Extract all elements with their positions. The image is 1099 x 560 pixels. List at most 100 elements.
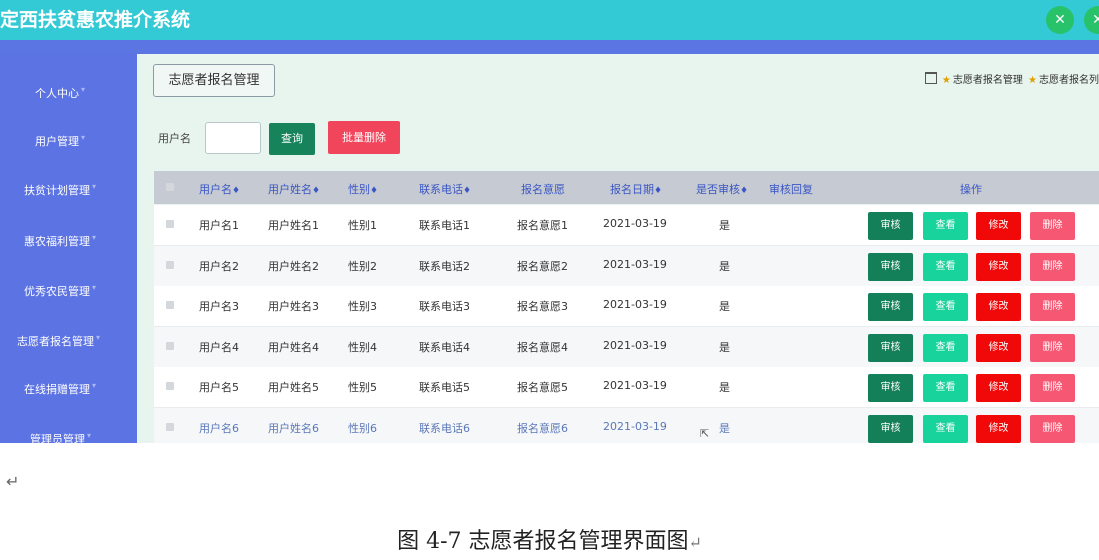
sidebar-item[interactable]: 扶贫计划管理 ▾: [0, 178, 137, 202]
cell-realname: 用户姓名5: [268, 381, 319, 394]
sidebar-item-label: 扶贫计划管理: [24, 184, 90, 197]
column-header-username[interactable]: 用户名♦: [199, 181, 240, 197]
sidebar: 个人中心 ▾ 用户管理 ▾ 扶贫计划管理 ▾ 惠农福利管理 ▾ 优秀农民管理 ▾ 志愿者报名管理 ▾ 在…: [0, 54, 137, 443]
home-icon[interactable]: [924, 72, 937, 84]
figure-caption: 图 4-7 志愿者报名管理界面图↵: [397, 529, 702, 554]
cell-gender: 性别1: [348, 219, 377, 232]
cell-username: 用户名1: [199, 219, 239, 232]
edit-button[interactable]: 修改: [976, 212, 1021, 240]
query-button[interactable]: 查询: [269, 123, 315, 155]
edit-button[interactable]: 修改: [976, 252, 1021, 281]
breadcrumb-item[interactable]: 志愿者报名管理: [953, 75, 1023, 86]
column-header-audited[interactable]: 是否审核♦: [696, 181, 748, 197]
table-row: 用户名3 用户姓名3 性别3 联系电话3 报名意愿3 2021-03-19 是 审核 查看 修改删…: [154, 286, 1099, 327]
sidebar-item-label: 管理员管理: [30, 433, 85, 443]
username-search-input[interactable]: [205, 122, 261, 154]
header-strip: [0, 40, 1099, 54]
cell-username: 用户名2: [199, 259, 239, 273]
expand-icon[interactable]: ✕: [1046, 6, 1074, 34]
delete-button[interactable]: 删除: [1030, 293, 1075, 321]
delete-button[interactable]: 删除: [1030, 212, 1075, 240]
column-header-phone[interactable]: 联系电话♦: [419, 181, 471, 197]
cell-intention: 报名意愿6: [517, 421, 568, 435]
cell-audited: 是: [719, 381, 730, 394]
view-button[interactable]: 查看: [923, 333, 968, 362]
review-button[interactable]: 审核: [868, 374, 913, 402]
sidebar-item[interactable]: 个人中心 ▾: [0, 81, 137, 105]
delete-button[interactable]: 删除: [1030, 252, 1075, 281]
cell-date: 2021-03-19: [603, 298, 667, 311]
cell-phone: 联系电话5: [419, 381, 470, 394]
app-title: 定西扶贫惠农推介系统: [0, 9, 191, 31]
edit-button[interactable]: 修改: [976, 293, 1021, 321]
row-checkbox[interactable]: [166, 220, 174, 228]
review-button[interactable]: 审核: [868, 252, 913, 281]
row-checkbox[interactable]: [166, 422, 174, 431]
cell-username: 用户名3: [199, 300, 239, 313]
user-icon[interactable]: ✕: [1084, 6, 1099, 34]
section-title-button[interactable]: 志愿者报名管理: [153, 64, 275, 97]
cell-audited: 是: [719, 300, 730, 313]
review-button[interactable]: 审核: [868, 333, 913, 362]
column-header-actions: 操作: [960, 183, 982, 196]
cell-phone: 联系电话1: [419, 219, 470, 232]
sidebar-item-label: 个人中心: [35, 87, 79, 100]
cell-intention: 报名意愿2: [517, 259, 568, 273]
table-row: 用户名5 用户姓名5 性别5 联系电话5 报名意愿5 2021-03-19 是 审核 查看 修改删…: [154, 367, 1099, 408]
cell-date: 2021-03-19: [603, 257, 667, 271]
cell-phone: 联系电话4: [419, 340, 470, 354]
cell-gender: 性别6: [348, 421, 377, 435]
edit-button[interactable]: 修改: [976, 374, 1021, 402]
row-checkbox[interactable]: [166, 260, 174, 269]
batch-delete-button[interactable]: 批量删除: [328, 121, 400, 154]
review-button[interactable]: 审核: [868, 212, 913, 240]
review-button[interactable]: 审核: [868, 293, 913, 321]
cell-realname: 用户姓名3: [268, 300, 319, 313]
column-header-gender[interactable]: 性别♦: [348, 181, 378, 197]
sidebar-item[interactable]: 惠农福利管理 ▾: [0, 229, 137, 253]
chevron-down-icon: ▾: [81, 133, 86, 142]
sidebar-item-label: 优秀农民管理: [24, 285, 90, 298]
cell-realname: 用户姓名1: [268, 219, 319, 232]
cell-intention: 报名意愿1: [517, 219, 568, 232]
sidebar-item[interactable]: 志愿者报名管理 ▾: [0, 329, 137, 353]
sidebar-item[interactable]: 优秀农民管理 ▾: [0, 279, 137, 303]
table-row: 用户名6 用户姓名6 性别6 联系电话6 报名意愿6 2021-03-19 是 审核 查看 修改删…: [154, 407, 1099, 443]
row-checkbox[interactable]: [166, 301, 174, 309]
view-button[interactable]: 查看: [923, 252, 968, 281]
cell-phone: 联系电话6: [419, 421, 470, 435]
delete-button[interactable]: 删除: [1030, 414, 1075, 443]
edit-button[interactable]: 修改: [976, 414, 1021, 443]
delete-button[interactable]: 删除: [1030, 374, 1075, 402]
cell-date: 2021-03-19: [603, 338, 667, 352]
view-button[interactable]: 查看: [923, 212, 968, 240]
chevron-down-icon: ▾: [92, 381, 97, 390]
chevron-down-icon: ▾: [92, 233, 97, 242]
row-checkbox[interactable]: [166, 382, 174, 390]
column-header-realname[interactable]: 用户姓名♦: [268, 181, 320, 197]
row-checkbox[interactable]: [166, 341, 174, 350]
chevron-down-icon: ▾: [92, 283, 97, 292]
column-header-intention: 报名意愿: [521, 183, 565, 196]
column-header-date[interactable]: 报名日期♦: [610, 181, 662, 197]
cell-gender: 性别5: [348, 381, 377, 394]
sidebar-item[interactable]: 用户管理 ▾: [0, 129, 137, 153]
cell-audited: 是: [719, 421, 730, 435]
sidebar-item[interactable]: 在线捐赠管理 ▾: [0, 377, 137, 401]
select-all-checkbox[interactable]: [166, 183, 174, 191]
table-row: 用户名1 用户姓名1 性别1 联系电话1 报名意愿1 2021-03-19 是 审核 查看 修改删…: [154, 205, 1099, 246]
paragraph-mark: ↵: [6, 472, 20, 491]
view-button[interactable]: 查看: [923, 414, 968, 443]
column-header-reply: 审核回复: [769, 183, 813, 196]
edit-button[interactable]: 修改: [976, 333, 1021, 362]
view-button[interactable]: 查看: [923, 374, 968, 402]
sidebar-item[interactable]: 管理员管理 ▾: [0, 427, 137, 443]
review-button[interactable]: 审核: [868, 414, 913, 443]
top-bar: 定西扶贫惠农推介系统 ✕ ✕: [0, 0, 1099, 40]
paragraph-mark: ↵: [688, 533, 702, 552]
cell-gender: 性别2: [348, 259, 377, 273]
view-button[interactable]: 查看: [923, 293, 968, 321]
table-row: 用户名4 用户姓名4 性别4 联系电话4 报名意愿4 2021-03-19 是 审核 查看 修改删…: [154, 326, 1099, 368]
cell-intention: 报名意愿3: [517, 300, 568, 313]
delete-button[interactable]: 删除: [1030, 333, 1075, 362]
